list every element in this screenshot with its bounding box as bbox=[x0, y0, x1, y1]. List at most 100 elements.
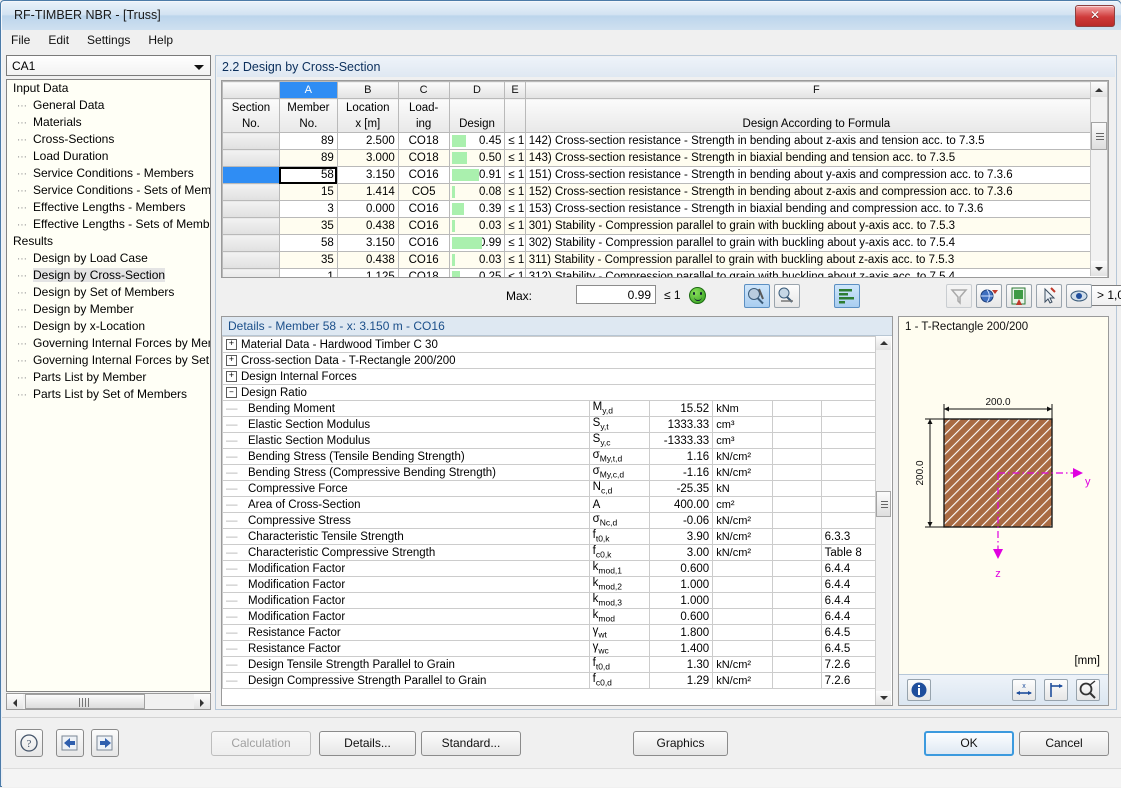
previous-button[interactable] bbox=[56, 729, 84, 757]
scroll-up-arrow-icon[interactable] bbox=[1091, 82, 1107, 97]
column-letter-E[interactable]: E bbox=[504, 81, 526, 99]
navigation-tree[interactable]: Input Data ⋯ General Data ⋯ Materials ⋯ Cross-… bbox=[6, 79, 211, 692]
calculation-button[interactable]: Calculation bbox=[211, 731, 311, 756]
sidebar-item-design-by-load-case[interactable]: ⋯ Design by Load Case bbox=[7, 250, 210, 267]
table-row[interactable]: 89 2.500 CO18 0.45 ≤ 1 142) Cross-section res… bbox=[222, 132, 1108, 150]
sidebar-item-materials[interactable]: ⋯ Materials bbox=[7, 114, 210, 131]
details-group-text: Design Ratio bbox=[241, 386, 307, 399]
expand-icon[interactable]: + bbox=[226, 370, 237, 382]
sidebar-item-governing-internal-forces-by-set-of-members[interactable]: ⋯ Governing Internal Forces by Set of Mem… bbox=[7, 352, 210, 369]
table-row[interactable]: 35 0.438 CO16 0.03 ≤ 1 301) Stability - Compr… bbox=[222, 217, 1108, 235]
details-group-row[interactable]: – Design Ratio bbox=[222, 384, 877, 401]
sidebar-item-service-conditions-members[interactable]: ⋯ Service Conditions - Members bbox=[7, 165, 210, 182]
column-letter-F[interactable]: F bbox=[524, 81, 1108, 99]
cross-section-zoom-button[interactable] bbox=[1076, 679, 1100, 701]
menu-item-file[interactable]: File bbox=[2, 30, 39, 50]
select-member-button[interactable] bbox=[1036, 284, 1062, 308]
magnifier-arrow-icon bbox=[778, 287, 793, 303]
details-group-row[interactable]: + Design Internal Forces bbox=[222, 368, 877, 385]
expand-icon[interactable]: + bbox=[226, 354, 237, 366]
column-letter-blank[interactable] bbox=[222, 81, 280, 99]
filter-threshold-select[interactable]: > 1,0 bbox=[1091, 285, 1121, 306]
ok-button[interactable]: OK bbox=[924, 731, 1014, 756]
filter-button[interactable] bbox=[946, 284, 972, 308]
details-vscrollbar[interactable] bbox=[875, 336, 891, 705]
menu-item-help[interactable]: Help bbox=[139, 30, 182, 50]
navigation-hscrollbar[interactable] bbox=[6, 693, 211, 710]
print-settings-button[interactable] bbox=[976, 284, 1002, 308]
scroll-right-arrow-icon[interactable] bbox=[194, 694, 210, 709]
result-bars-button[interactable] bbox=[834, 284, 860, 308]
next-button[interactable] bbox=[91, 729, 119, 757]
details-label-text: Elastic Section Modulus bbox=[248, 434, 371, 447]
table-row[interactable]: 3 0.000 CO16 0.39 ≤ 1 153) Cross-section resi… bbox=[222, 200, 1108, 218]
cross-section-dimension-button[interactable]: x bbox=[1012, 679, 1036, 701]
menu-item-settings[interactable]: Settings bbox=[78, 30, 139, 50]
magnifier-icon bbox=[1079, 680, 1096, 699]
column-letter-B[interactable]: B bbox=[336, 81, 399, 99]
results-vscrollbar[interactable] bbox=[1090, 82, 1107, 276]
scroll-up-arrow-icon[interactable] bbox=[876, 336, 891, 350]
graphics-button[interactable]: Graphics bbox=[633, 731, 728, 756]
sidebar-item-governing-internal-forces-by-member[interactable]: ⋯ Governing Internal Forces by Member bbox=[7, 335, 210, 352]
sidebar-item-design-by-cross-section[interactable]: ⋯ Design by Cross-Section bbox=[7, 267, 210, 284]
table-row[interactable]: 89 3.000 CO18 0.50 ≤ 1 143) Cross-section res… bbox=[222, 149, 1108, 167]
standard-button[interactable]: Standard... bbox=[421, 731, 521, 756]
close-button[interactable]: ✕ bbox=[1075, 5, 1115, 27]
sidebar-item-load-duration[interactable]: ⋯ Load Duration bbox=[7, 148, 210, 165]
export-excel-button[interactable] bbox=[1006, 284, 1032, 308]
column-letter-C[interactable]: C bbox=[397, 81, 450, 99]
cross-section-axes-button[interactable] bbox=[1044, 679, 1068, 701]
max-value-field: 0.99 bbox=[576, 285, 656, 304]
view-mode-button[interactable] bbox=[1066, 284, 1092, 308]
results-table[interactable]: A B C D E F Section No. Member No. Location x [m] Lo… bbox=[222, 81, 1108, 277]
sidebar-item-parts-list-by-member[interactable]: ⋯ Parts List by Member bbox=[7, 369, 210, 386]
details-button[interactable]: Details... bbox=[319, 731, 416, 756]
collapse-icon[interactable]: – bbox=[226, 386, 237, 398]
expand-icon[interactable]: + bbox=[226, 338, 237, 350]
column-letter-A[interactable]: A bbox=[278, 81, 338, 99]
sidebar-item-results[interactable]: Results bbox=[7, 233, 210, 250]
help-button[interactable]: ? bbox=[15, 729, 43, 757]
menu-item-edit[interactable]: Edit bbox=[39, 30, 78, 50]
details-scroll-thumb[interactable] bbox=[876, 491, 891, 517]
sidebar-item-design-by-set-of-members[interactable]: ⋯ Design by Set of Members bbox=[7, 284, 210, 301]
details-table[interactable]: + Material Data - Hardwood Timber C 30 + Cr… bbox=[222, 336, 878, 689]
table-row[interactable]: 1 1.125 CO18 0.25 ≤ 1 312) Stability - Compre… bbox=[222, 268, 1108, 277]
sidebar-item-parts-list-by-set-of-members[interactable]: ⋯ Parts List by Set of Members bbox=[7, 386, 210, 403]
column-letter-D[interactable]: D bbox=[448, 81, 506, 99]
table-row[interactable]: 15 1.414 CO5 0.08 ≤ 1 152) Cross-section resi… bbox=[222, 183, 1108, 201]
details-group-row[interactable]: + Material Data - Hardwood Timber C 30 bbox=[222, 336, 877, 353]
sidebar-item-effective-lengths-sets-of-members[interactable]: ⋯ Effective Lengths - Sets of Members bbox=[7, 216, 210, 233]
sidebar-item-cross-sections[interactable]: ⋯ Cross-Sections bbox=[7, 131, 210, 148]
table-row[interactable]: 58 3.150 CO16 0.91 ≤ 1 151) Cross-section res… bbox=[222, 166, 1108, 184]
sidebar-item-design-by-member[interactable]: ⋯ Design by Member bbox=[7, 301, 210, 318]
cell-design: 0.45 bbox=[448, 132, 506, 150]
sidebar-item-input-data[interactable]: Input Data bbox=[7, 80, 210, 97]
tree-leaf-icon: — bbox=[226, 466, 238, 479]
scroll-left-arrow-icon[interactable] bbox=[7, 694, 23, 709]
details-row: — Compressive Force Nc,d -25.35 kN bbox=[222, 480, 878, 497]
table-row[interactable]: 35 0.438 CO16 0.03 ≤ 1 311) Stability - Compr… bbox=[222, 251, 1108, 269]
details-group-row[interactable]: + Cross-section Data - T-Rectangle 200/20… bbox=[222, 352, 877, 369]
cell-limit: ≤ 1 bbox=[504, 149, 526, 167]
hscroll-thumb[interactable] bbox=[25, 694, 145, 709]
details-row: — Compressive Stress σNc,d -0.06 kN/cm² bbox=[222, 512, 878, 529]
sidebar-item-design-by-x-location[interactable]: ⋯ Design by x-Location bbox=[7, 318, 210, 335]
sidebar-item-effective-lengths-members[interactable]: ⋯ Effective Lengths - Members bbox=[7, 199, 210, 216]
scroll-down-arrow-icon[interactable] bbox=[1091, 261, 1107, 276]
vscroll-thumb[interactable] bbox=[1091, 122, 1107, 150]
cell-member-no: 1 bbox=[278, 268, 338, 277]
cross-section-info-button[interactable] bbox=[907, 679, 931, 701]
cell-design: 0.25 bbox=[448, 268, 506, 277]
cancel-button[interactable]: Cancel bbox=[1019, 731, 1109, 756]
table-row[interactable]: 58 3.150 CO16 0.99 ≤ 1 302) Stability - Compr… bbox=[222, 234, 1108, 252]
details-unit: kN/cm² bbox=[712, 544, 774, 561]
case-selector-combo[interactable]: CA1 bbox=[6, 55, 211, 76]
sidebar-item-service-conditions-sets-of-members[interactable]: ⋯ Service Conditions - Sets of Members bbox=[7, 182, 210, 199]
show-result-values-button[interactable] bbox=[744, 284, 770, 308]
cell-member-no: 58 bbox=[278, 166, 338, 184]
scroll-down-arrow-icon[interactable] bbox=[876, 691, 891, 705]
sidebar-item-general-data[interactable]: ⋯ General Data bbox=[7, 97, 210, 114]
show-result-diagram-button[interactable] bbox=[774, 284, 800, 308]
